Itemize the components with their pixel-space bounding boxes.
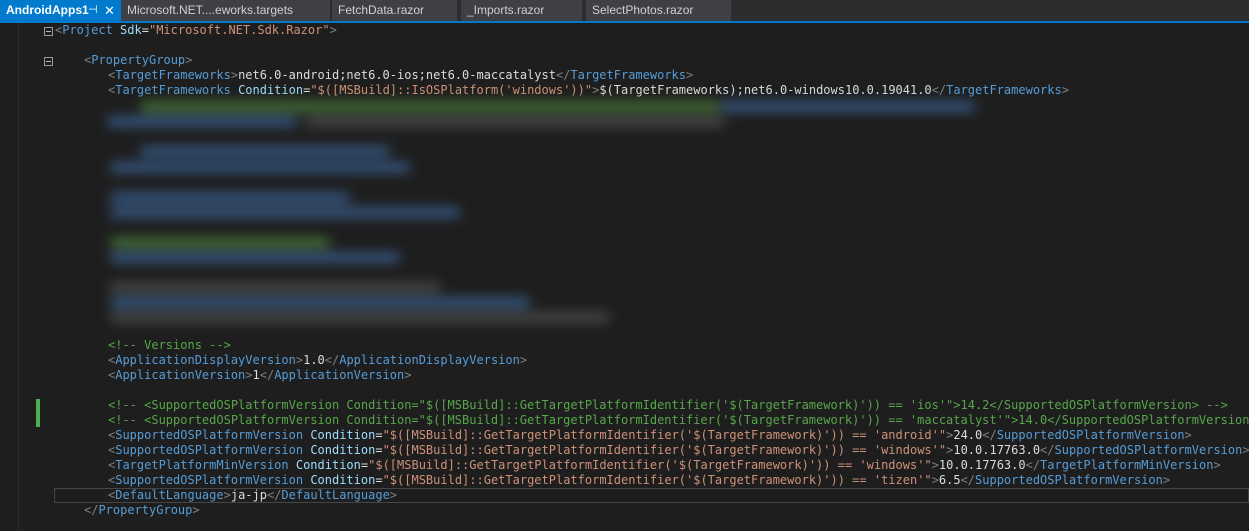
token-bracket: > [329, 23, 337, 37]
token-tag: ApplicationDisplayVersion [115, 353, 296, 367]
token-value: "$([MSBuild]::GetTargetPlatformIdentifie… [382, 473, 932, 487]
token-tag: TargetPlatformMinVersion [115, 458, 289, 472]
token-text: 1 [252, 368, 260, 382]
token-value: "$([MSBuild]::GetTargetPlatformIdentifie… [382, 428, 947, 442]
token-attr: Sdk [120, 23, 142, 37]
tab-imports-razor[interactable]: _Imports.razor [461, 0, 582, 21]
token-tag: SupportedOSPlatformVersion [996, 428, 1185, 442]
token-tag: TargetFrameworks [946, 83, 1062, 97]
blur-bar [110, 313, 610, 322]
blur-bar [107, 117, 297, 126]
tab-label: FetchData.razor [338, 3, 425, 17]
code-line-targetframeworks-windows: <TargetFrameworks Condition="$([MSBuild]… [108, 83, 1069, 97]
code-line-project: <Project Sdk="Microsoft.NET.Sdk.Razor"> [55, 23, 337, 37]
token-attr: Condition [310, 443, 376, 457]
token-tag: TargetFrameworks [570, 68, 686, 82]
token-tag: TargetFrameworks [115, 83, 231, 97]
tab-label: SelectPhotos.razor [592, 3, 694, 17]
pin-icon[interactable]: ⊣ [88, 0, 98, 21]
change-marker [36, 399, 40, 427]
token-tag: TargetFrameworks [115, 68, 231, 82]
collapse-propertygroup-icon[interactable] [44, 57, 53, 66]
token-tag: PropertyGroup [91, 53, 186, 67]
token-text: 10.0.17763.0 [953, 443, 1041, 457]
token-text: ja-jp [230, 488, 267, 502]
token-text: 1.0 [303, 353, 325, 367]
code-line-commented-maccatalyst: <!-- <SupportedOSPlatformVersion Conditi… [108, 413, 1249, 427]
tab-androidapps1[interactable]: AndroidApps1 ⊣ ✕ [0, 0, 121, 21]
token-bracket: > [185, 53, 193, 67]
blur-bar [110, 163, 410, 172]
code-line-propertygroup-close: </PropertyGroup> [84, 503, 200, 517]
gutter-divider [18, 23, 19, 531]
token-attr: Condition [310, 473, 376, 487]
tab-microsoft-net-targets[interactable]: Microsoft.NET....eworks.targets [121, 0, 330, 21]
token-tag: DefaultLanguage [281, 488, 390, 502]
token-value: "$([MSBuild]::GetTargetPlatformIdentifie… [382, 443, 947, 457]
collapse-project-icon[interactable] [44, 27, 53, 36]
code-line-app-display-version: <ApplicationDisplayVersion>1.0</Applicat… [108, 353, 528, 367]
code-editor[interactable]: <Project Sdk="Microsoft.NET.Sdk.Razor"> … [0, 23, 1249, 531]
token-text: 24.0 [953, 428, 983, 442]
code-line-propertygroup-open: <PropertyGroup> [84, 53, 192, 68]
code-line-min-windows: <TargetPlatformMinVersion Condition="$([… [108, 458, 1221, 472]
token-tag: ApplicationVersion [274, 368, 405, 382]
blur-bar [110, 283, 440, 292]
token-tag: SupportedOSPlatformVersion [115, 473, 304, 487]
tab-fetchdata-razor[interactable]: FetchData.razor [332, 0, 457, 21]
tab-label: Microsoft.NET....eworks.targets [127, 3, 294, 17]
blur-bar [305, 117, 725, 126]
blur-bar [110, 238, 330, 247]
token-tag: PropertyGroup [98, 503, 193, 517]
token-tag: SupportedOSPlatformVersion [115, 428, 304, 442]
token-tag: ApplicationVersion [115, 368, 246, 382]
token-value: "Microsoft.NET.Sdk.Razor" [148, 23, 330, 37]
blur-bar [110, 193, 350, 202]
blur-bar [720, 102, 975, 111]
blurred-code-region [95, 100, 985, 332]
code-line-commented-ios: <!-- <SupportedOSPlatformVersion Conditi… [108, 398, 1228, 412]
code-line-versions-comment: <!-- Versions --> [108, 338, 231, 352]
token-tag: SupportedOSPlatformVersion [115, 443, 304, 457]
code-line-supported-android: <SupportedOSPlatformVersion Condition="$… [108, 428, 1192, 442]
blur-bar [140, 147, 390, 156]
code-line-targetframeworks: <TargetFrameworks>net6.0-android;net6.0-… [108, 68, 694, 82]
document-tab-bar: AndroidApps1 ⊣ ✕ Microsoft.NET....eworks… [0, 0, 1249, 23]
token-tag: SupportedOSPlatformVersion [975, 473, 1163, 487]
token-value: "$([MSBuild]::IsOSPlatform('windows'))" [310, 83, 593, 97]
token-attr: Condition [310, 428, 376, 442]
code-line-app-version: <ApplicationVersion>1</ApplicationVersio… [108, 368, 412, 382]
token-tag: DefaultLanguage [115, 488, 224, 502]
code-line-default-language: <DefaultLanguage>ja-jp</DefaultLanguage> [108, 488, 398, 502]
token-tag: ApplicationDisplayVersion [339, 353, 520, 367]
token-attr: Condition [295, 458, 361, 472]
tab-selectphotos-razor[interactable]: SelectPhotos.razor [586, 0, 731, 21]
token-tag: Project [62, 23, 113, 37]
editor-gutter [0, 23, 44, 531]
code-line-supported-windows: <SupportedOSPlatformVersion Condition="$… [108, 443, 1249, 457]
token-tag: SupportedOSPlatformVersion [1054, 443, 1243, 457]
blur-bar [110, 253, 400, 262]
blur-bar [110, 298, 530, 307]
tab-label: AndroidApps1 [6, 3, 89, 17]
token-text: 10.0.17763.0 [938, 458, 1026, 472]
blur-bar [140, 102, 720, 111]
tab-label: _Imports.razor [467, 3, 545, 17]
token-text: 6.5 [938, 473, 961, 487]
token-value: "$([MSBuild]::GetTargetPlatformIdentifie… [368, 458, 932, 472]
blur-bar [110, 208, 460, 217]
token-attr: Condition [238, 83, 304, 97]
token-tag: TargetPlatformMinVersion [1040, 458, 1214, 472]
token-text: net6.0-android;net6.0-ios;net6.0-maccata… [238, 68, 556, 82]
code-line-supported-tizen: <SupportedOSPlatformVersion Condition="$… [108, 473, 1171, 487]
close-icon[interactable]: ✕ [104, 0, 115, 21]
token-text: $(TargetFrameworks);net6.0-windows10.0.1… [599, 83, 932, 97]
